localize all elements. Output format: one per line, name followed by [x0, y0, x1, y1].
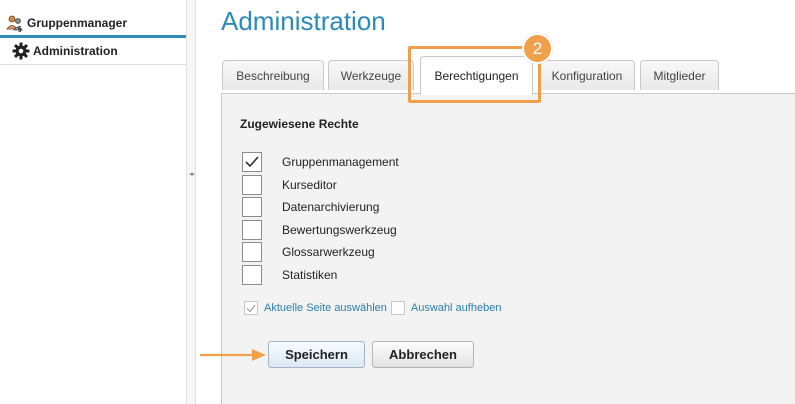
- permission-row: Kurseditor: [242, 175, 337, 195]
- tab-mitglieder[interactable]: Mitglieder: [640, 60, 719, 90]
- svg-text:§: §: [18, 25, 22, 32]
- sidebar-group-header[interactable]: § Gruppenmanager: [0, 10, 186, 38]
- permission-label: Glossarwerkzeug: [282, 245, 375, 259]
- select-all-link[interactable]: Aktuelle Seite auswählen: [264, 302, 387, 314]
- pointer-arrow-icon: [200, 349, 266, 361]
- permission-label: Bewertungswerkzeug: [282, 223, 397, 237]
- permission-row: Statistiken: [242, 265, 337, 285]
- sidebar-splitter[interactable]: ◂▸: [186, 0, 196, 404]
- permission-row: Datenarchivierung: [242, 197, 379, 217]
- group-manager-icon: §: [6, 14, 24, 32]
- tab-berechtigungen[interactable]: Berechtigungen: [420, 56, 533, 95]
- save-button[interactable]: Speichern: [268, 341, 365, 368]
- permission-row: Gruppenmanagement: [242, 152, 399, 172]
- cancel-button[interactable]: Abbrechen: [372, 341, 474, 368]
- tab-werkzeuge[interactable]: Werkzeuge: [328, 60, 414, 90]
- permission-label: Gruppenmanagement: [282, 155, 399, 169]
- permission-checkbox[interactable]: [242, 265, 262, 285]
- sidebar-item-administration[interactable]: Administration: [0, 38, 186, 65]
- deselect-link[interactable]: Auswahl aufheben: [411, 302, 502, 314]
- checkmark-icon: [245, 156, 259, 168]
- sidebar: § Gruppenmanager Administration: [0, 0, 186, 404]
- permission-row: Bewertungswerkzeug: [242, 220, 397, 240]
- permission-checkbox[interactable]: [242, 242, 262, 262]
- permission-row: Glossarwerkzeug: [242, 242, 375, 262]
- permission-checkbox[interactable]: [242, 220, 262, 240]
- gear-icon: [12, 42, 30, 60]
- select-all-checkbox[interactable]: [244, 301, 258, 315]
- permission-label: Datenarchivierung: [282, 200, 380, 214]
- permission-checkbox[interactable]: [242, 197, 262, 217]
- tab-beschreibung[interactable]: Beschreibung: [222, 60, 324, 90]
- deselect-checkbox[interactable]: [390, 301, 405, 315]
- permission-label: Kurseditor: [282, 178, 337, 192]
- permission-checkbox[interactable]: [242, 175, 262, 195]
- sidebar-group-label: Gruppenmanager: [27, 15, 128, 30]
- section-title: Zugewiesene Rechte: [240, 117, 359, 131]
- step-badge: 2: [522, 33, 553, 64]
- splitter-grip-icon[interactable]: ◂▸: [189, 170, 195, 178]
- checkmark-icon: [246, 304, 256, 312]
- page-title: Administration: [221, 6, 386, 36]
- selection-controls: Aktuelle Seite auswählen Auswahl aufhebe…: [244, 300, 501, 316]
- permission-checkbox[interactable]: [242, 152, 262, 172]
- permission-label: Statistiken: [282, 268, 338, 282]
- tab-konfiguration[interactable]: Konfiguration: [539, 60, 635, 90]
- sidebar-item-label: Administration: [33, 44, 118, 58]
